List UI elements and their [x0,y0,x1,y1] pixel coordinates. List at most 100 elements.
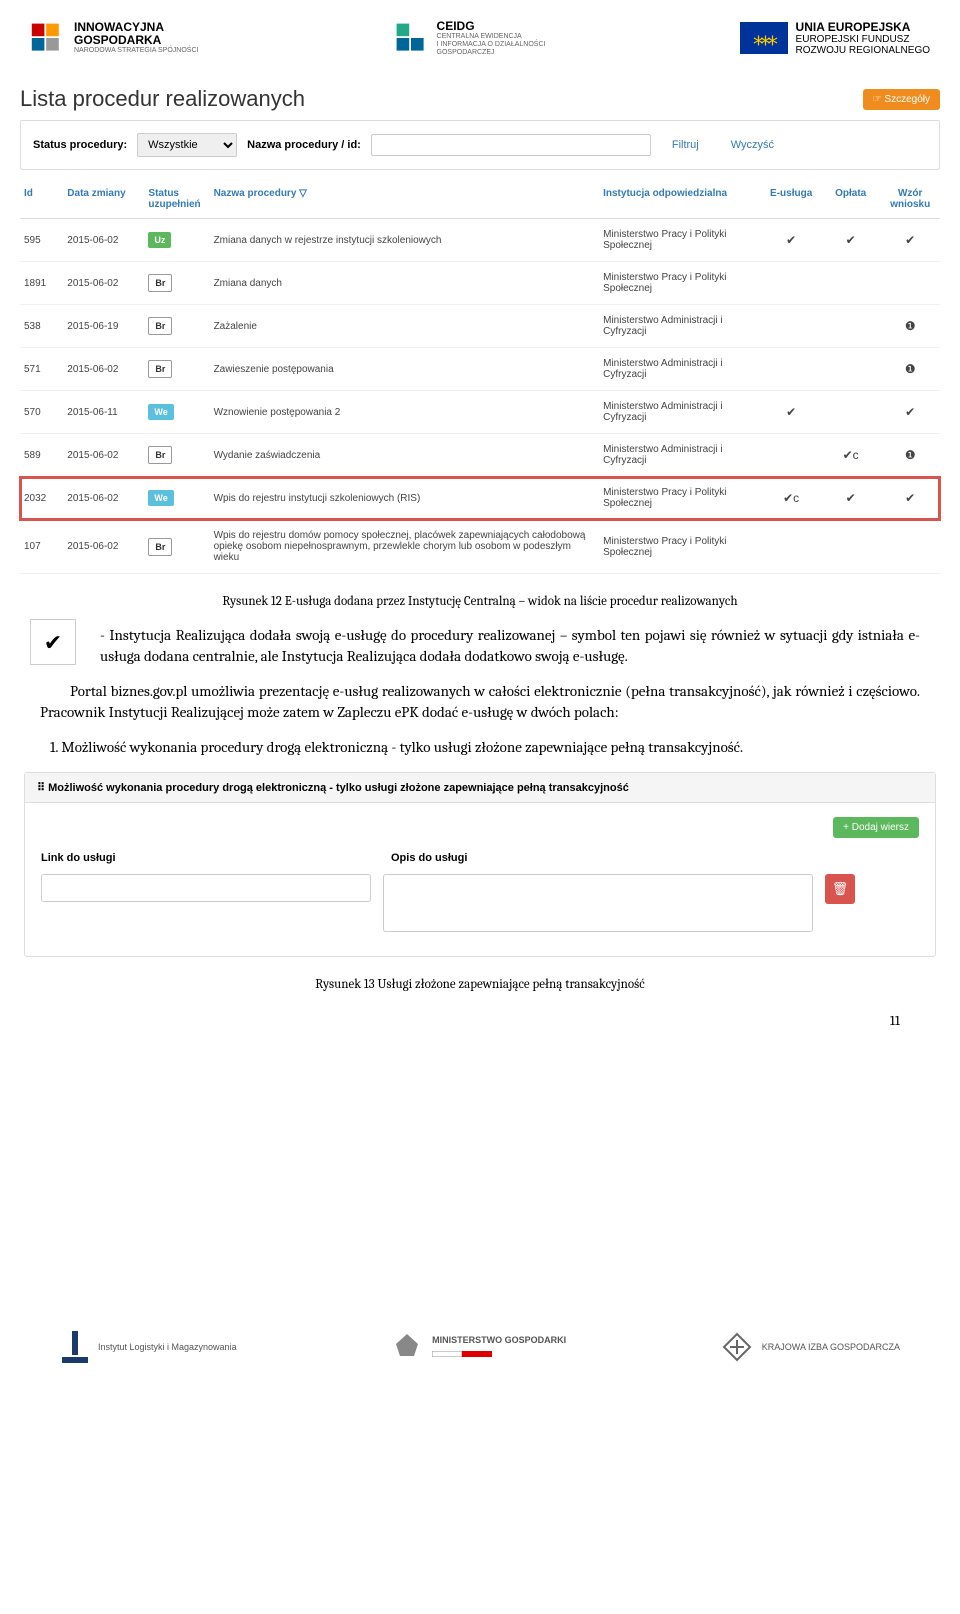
footer-kig: KRAJOWA IZBA GOSPODARCZA [720,1330,900,1364]
cell-date: 2015-06-02 [63,348,144,391]
cell-name: Zawieszenie postępowania [210,348,600,391]
caption-fig13: Rysunek 13 Usługi złożone zapewniające p… [40,977,920,992]
table-row[interactable]: 5382015-06-19BrZażalenieMinisterstwo Adm… [20,305,940,348]
link-label: Link do usługi [41,852,391,864]
cell-status: We [144,391,209,434]
status-badge: Uz [148,232,171,248]
cell-status: Br [144,305,209,348]
footer-mg: MINISTERSTWO GOSPODARKI [390,1330,566,1364]
clear-button[interactable]: Wyczyść [720,134,785,156]
caption-fig12: Rysunek 12 E-usługa dodana przez Instytu… [40,594,920,609]
cell-inst: Ministerstwo Pracy i Polityki Społecznej [599,520,761,574]
status-badge: Br [148,538,172,556]
table-row[interactable]: 20322015-06-02WeWpis do rejestru instytu… [20,477,940,520]
logo-text: UNIA EUROPEJSKA EUROPEJSKI FUNDUSZ ROZWO… [796,21,930,56]
eu-flag-icon: ⁎⁎⁎ [740,22,788,54]
ceidg-icon [393,20,429,56]
check-icon: ✔ [30,619,76,665]
cell-date: 2015-06-19 [63,305,144,348]
cell-id: 571 [20,348,63,391]
status-badge: We [148,490,173,506]
cell-status: Br [144,520,209,574]
cell-name: Zmiana danych [210,262,600,305]
cell-date: 2015-06-02 [63,262,144,305]
cell-inst: Ministerstwo Administracji i Cyfryzacji [599,391,761,434]
th-status[interactable]: Status uzupełnień [144,180,209,219]
eservice-panel: ⠿ Możliwość wykonania procedury drogą el… [24,772,936,957]
delete-row-button[interactable]: 🗑 [825,874,855,904]
table-row[interactable]: 5702015-06-11WeWznowienie postępowania 2… [20,391,940,434]
status-label: Status procedury: [33,139,127,151]
details-button[interactable]: ☞ Szczegóły [863,89,940,110]
cell-inst: Ministerstwo Pracy i Polityki Społecznej [599,262,761,305]
th-date[interactable]: Data zmiany [63,180,144,219]
cell-oplata: ✔c [821,434,881,477]
cell-name: Zażalenie [210,305,600,348]
logo-ceidg: CEIDG CENTRALNA EWIDENCJA I INFORMACJA O… [393,20,546,56]
cell-inst: Ministerstwo Pracy i Polityki Społecznej [599,219,761,262]
cell-oplata: ✔ [821,477,881,520]
th-wzor[interactable]: Wzór wniosku [880,180,940,219]
cell-wzor: ✔ [880,477,940,520]
table-row[interactable]: 5892015-06-02BrWydanie zaświadczeniaMini… [20,434,940,477]
cell-wzor: ❶ [880,434,940,477]
cell-oplata [821,305,881,348]
th-name[interactable]: Nazwa procedury ▽ [210,180,600,219]
filter-button[interactable]: Filtruj [661,134,710,156]
logo-text: CEIDG CENTRALNA EWIDENCJA I INFORMACJA O… [437,20,546,56]
cell-inst: Ministerstwo Administracji i Cyfryzacji [599,348,761,391]
cell-wzor: ❶ [880,348,940,391]
name-input[interactable] [371,134,651,156]
eagle-icon [390,1330,424,1364]
th-id[interactable]: Id [20,180,63,219]
th-inst[interactable]: Instytucja odpowiedzialna [599,180,761,219]
th-oplata[interactable]: Opłata [821,180,881,219]
cell-id: 2032 [20,477,63,520]
cell-oplata: ✔ [821,219,881,262]
cell-oplata [821,262,881,305]
cell-id: 595 [20,219,63,262]
add-row-button[interactable]: + Dodaj wiersz [833,817,919,838]
link-input[interactable] [41,874,371,902]
cell-oplata [821,520,881,574]
cell-oplata [821,348,881,391]
footer-logos: Instytut Logistyki i Magazynowania MINIS… [0,1289,960,1395]
cell-wzor: ✔ [880,391,940,434]
cell-date: 2015-06-02 [63,434,144,477]
status-select[interactable]: Wszystkie [137,133,237,157]
cell-wzor [880,520,940,574]
status-badge: Br [148,446,172,464]
page-title: Lista procedur realizowanych [20,86,305,112]
cell-eusluga [761,434,821,477]
logo-text: INNOWACYJNA GOSPODARKA NARODOWA STRATEGI… [74,21,198,55]
cell-status: Br [144,262,209,305]
footer-ilim: Instytut Logistyki i Magazynowania [60,1329,237,1365]
footer-right-text: KRAJOWA IZBA GOSPODARCZA [762,1342,900,1352]
cell-oplata [821,391,881,434]
cell-inst: Ministerstwo Administracji i Cyfryzacji [599,434,761,477]
para-3: 1. Możliwość wykonania procedury drogą e… [40,737,920,758]
para-2: Portal biznes.gov.pl umożliwia prezentac… [40,681,920,723]
cell-name: Wpis do rejestru instytucji szkoleniowyc… [210,477,600,520]
cell-wzor [880,262,940,305]
table-row[interactable]: 5952015-06-02UzZmiana danych w rejestrze… [20,219,940,262]
table-row[interactable]: 18912015-06-02BrZmiana danychMinisterstw… [20,262,940,305]
cell-wzor: ❶ [880,305,940,348]
header-logos: INNOWACYJNA GOSPODARKA NARODOWA STRATEGI… [0,0,960,76]
cell-date: 2015-06-02 [63,520,144,574]
footer-left-text: Instytut Logistyki i Magazynowania [98,1342,237,1352]
procedures-table: Id Data zmiany Status uzupełnień Nazwa p… [20,180,940,574]
name-label: Nazwa procedury / id: [247,139,361,151]
title-row: Lista procedur realizowanych ☞ Szczegóły [20,86,940,112]
cell-inst: Ministerstwo Administracji i Cyfryzacji [599,305,761,348]
opis-textarea[interactable] [383,874,813,932]
cell-status: Br [144,434,209,477]
th-eusluga[interactable]: E-usługa [761,180,821,219]
page-number: 11 [0,1002,960,1029]
table-row[interactable]: 1072015-06-02BrWpis do rejestru domów po… [20,520,940,574]
cell-name: Zmiana danych w rejestrze instytucji szk… [210,219,600,262]
cell-eusluga [761,348,821,391]
table-row[interactable]: 5712015-06-02BrZawieszenie postępowaniaM… [20,348,940,391]
cell-name: Wydanie zaświadczenia [210,434,600,477]
cell-id: 1891 [20,262,63,305]
